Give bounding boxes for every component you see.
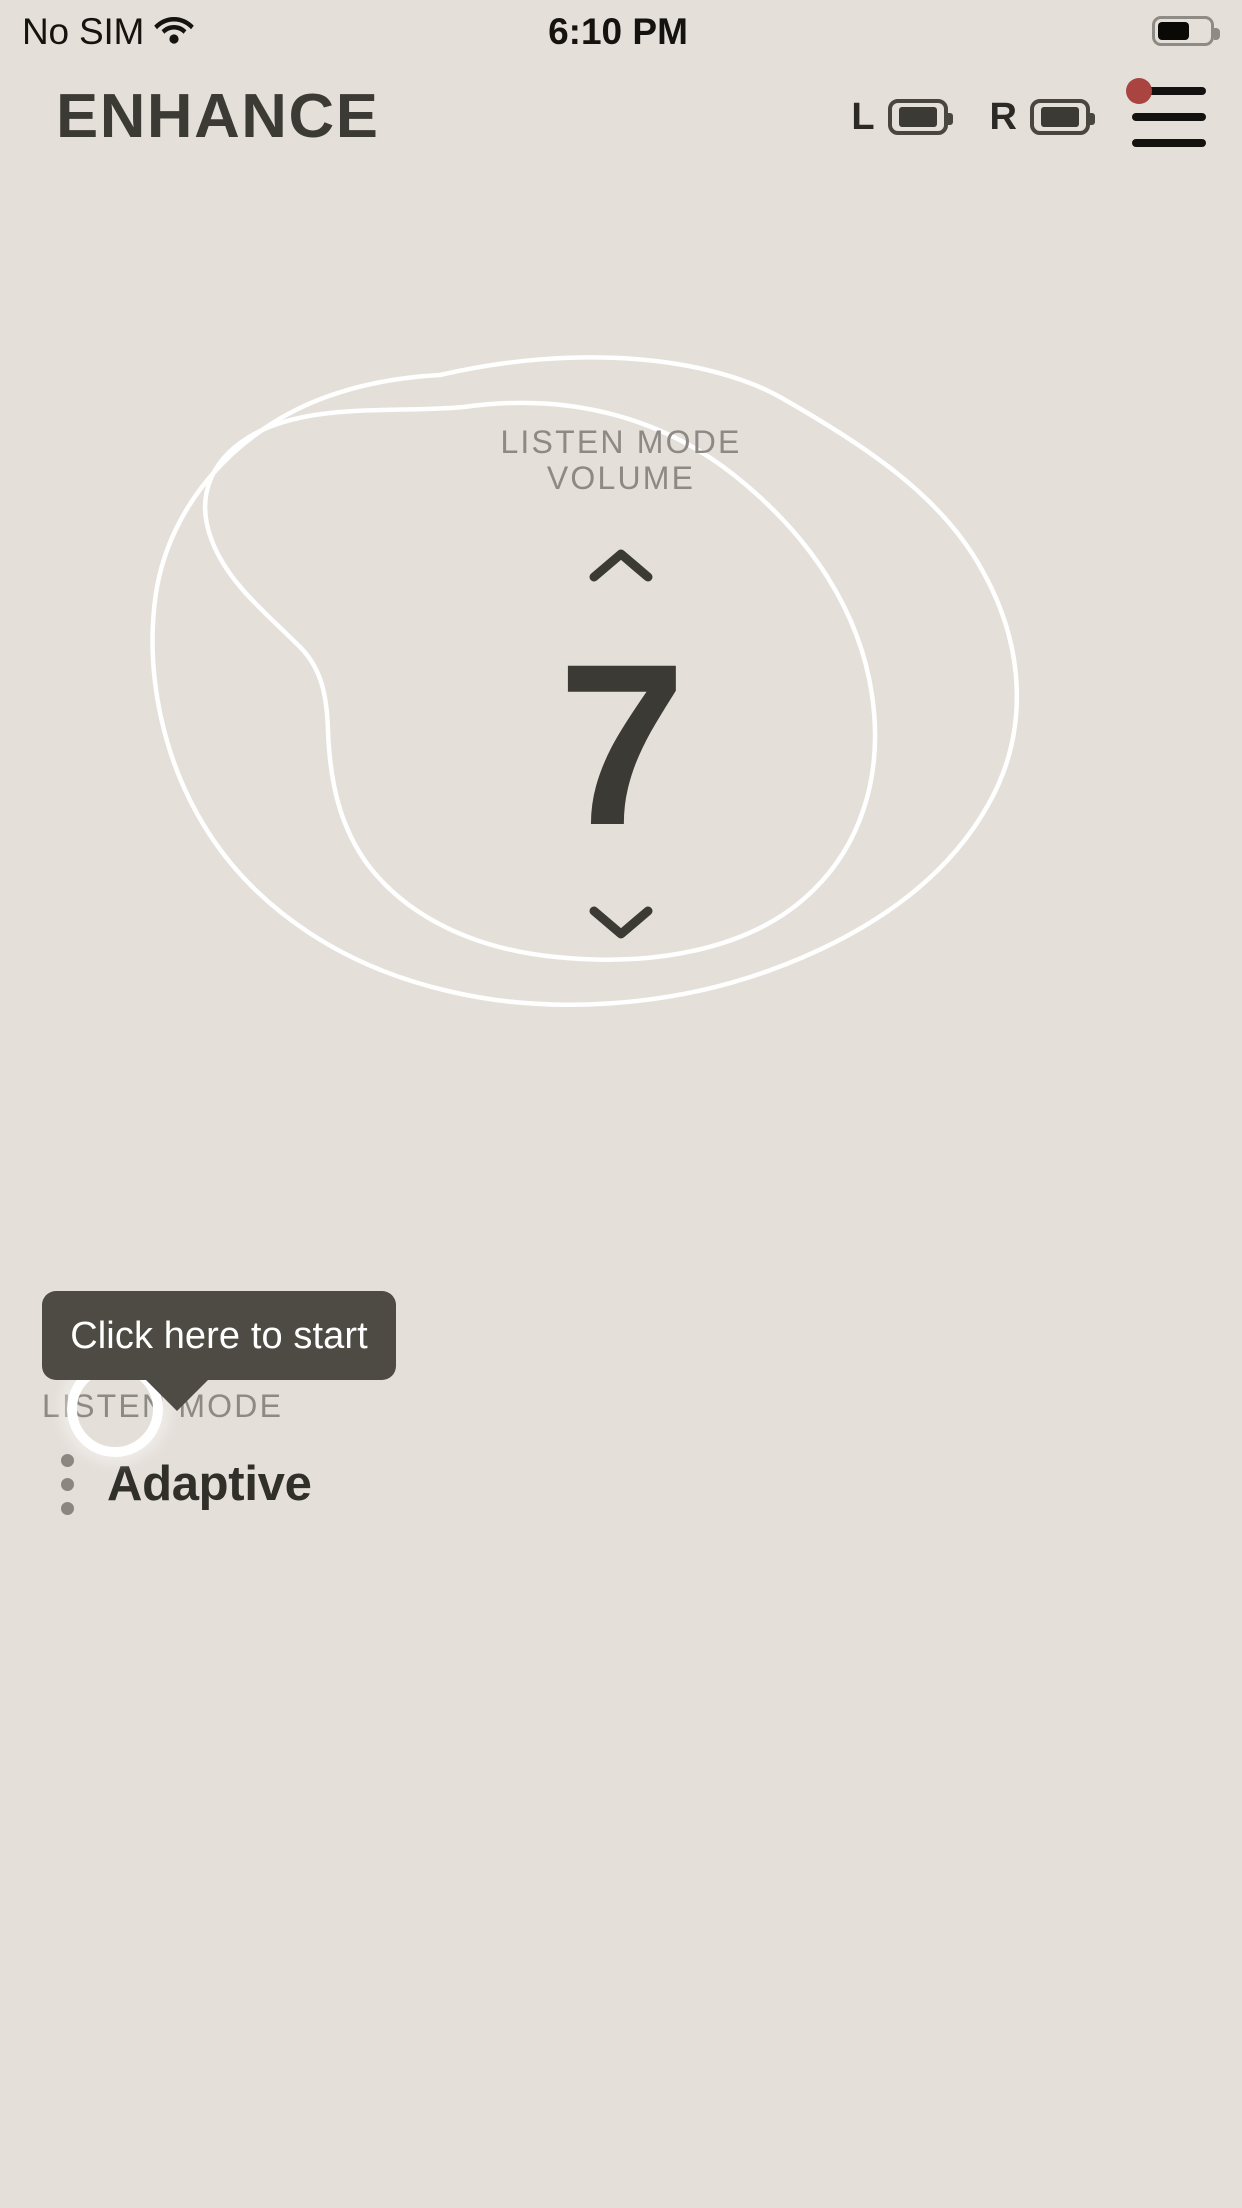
app-brand-title: ENHANCE: [56, 82, 380, 151]
right-device-battery: R: [989, 96, 1095, 138]
app-header: ENHANCE L R: [0, 62, 1242, 172]
right-device-label: R: [989, 96, 1017, 138]
volume-dial-title-line2: VOLUME: [546, 459, 696, 496]
left-device-label: L: [851, 96, 875, 138]
battery-fill: [1041, 107, 1079, 127]
battery-fill: [1158, 22, 1189, 40]
status-bar: No SIM 6:10 PM: [0, 0, 1242, 62]
battery-icon: [1152, 16, 1220, 46]
more-vertical-icon[interactable]: [42, 1454, 74, 1515]
left-device-battery: L: [851, 96, 953, 138]
onboarding-tooltip[interactable]: Click here to start: [42, 1291, 396, 1380]
battery-icon: [1030, 99, 1095, 135]
battery-icon: [887, 99, 953, 135]
menu-bar-2: [1132, 113, 1206, 121]
chevron-up-icon[interactable]: [588, 545, 654, 590]
chevron-down-icon[interactable]: [588, 902, 654, 947]
dot-2: [61, 1478, 74, 1491]
dot-1: [61, 1454, 74, 1467]
notification-dot: [1126, 78, 1152, 104]
volume-dial: LISTEN MODE VOLUME 7: [0, 335, 1242, 1035]
status-bar-right: [854, 16, 1220, 46]
status-bar-left: No SIM: [22, 13, 382, 50]
onboarding-tooltip-text: Click here to start: [70, 1314, 368, 1357]
volume-dial-title: LISTEN MODE VOLUME: [500, 424, 742, 497]
header-right-cluster: L R: [851, 78, 1206, 152]
listen-mode-selector[interactable]: Adaptive: [42, 1454, 742, 1515]
battery-fill: [898, 107, 937, 127]
hamburger-menu-icon[interactable]: [1126, 78, 1206, 152]
volume-value: 7: [558, 615, 686, 873]
clock-label: 6:10 PM: [548, 10, 688, 52]
volume-dial-title-line1: LISTEN MODE: [500, 424, 742, 460]
wifi-icon: [154, 13, 194, 50]
menu-bar-3: [1132, 139, 1206, 147]
onboarding-tooltip-arrow: [141, 1375, 213, 1411]
listen-mode-value: Adaptive: [107, 1457, 312, 1511]
status-bar-center: 6:10 PM: [382, 13, 854, 50]
dot-3: [61, 1502, 74, 1515]
carrier-label: No SIM: [22, 10, 145, 52]
